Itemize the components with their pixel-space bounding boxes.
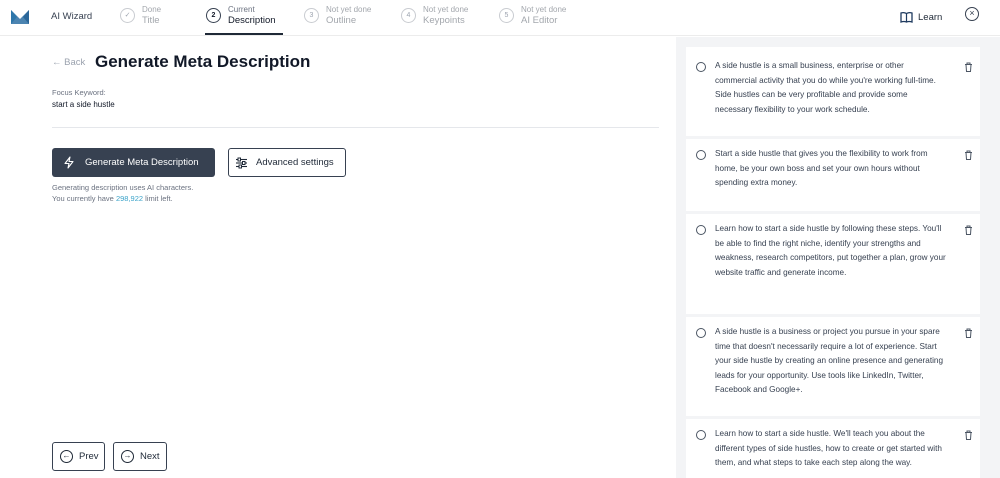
description-option[interactable]: Start a side hustle that gives you the f… [686, 139, 980, 211]
current-step-indicator [205, 33, 283, 35]
focus-keyword-label: Focus Keyword: [52, 88, 106, 97]
limit-note-prefix: You currently have [52, 194, 116, 203]
step-number: 2 [206, 8, 221, 23]
description-text: A side hustle is a small business, enter… [715, 61, 936, 114]
step-status: Not yet done [423, 5, 469, 14]
logo-icon [11, 10, 29, 24]
learn-button[interactable]: Learn [900, 9, 942, 25]
close-icon[interactable]: × [965, 7, 979, 21]
trash-icon[interactable] [964, 328, 973, 338]
learn-label: Learn [918, 11, 943, 23]
scrollbar[interactable] [992, 37, 1000, 478]
step-status: Current [228, 5, 255, 14]
advanced-settings-button[interactable]: Advanced settings [228, 148, 346, 177]
step-name: Outline [326, 15, 357, 26]
radio-icon[interactable] [696, 328, 706, 338]
description-text: Learn how to start a side hustle. We'll … [715, 429, 942, 467]
arrow-left-icon: ← [60, 450, 73, 463]
page-title: Generate Meta Description [95, 52, 311, 71]
description-text: Start a side hustle that gives you the f… [715, 149, 928, 187]
description-text: Learn how to start a side hustle by foll… [715, 224, 946, 277]
ai-characters-note: Generating description uses AI character… [52, 183, 194, 192]
check-icon: ✓ [120, 8, 135, 23]
description-option[interactable]: A side hustle is a small business, enter… [686, 47, 980, 136]
trash-icon[interactable] [964, 225, 973, 235]
step-name: AI Editor [521, 15, 558, 26]
bolt-icon [64, 156, 74, 169]
step-number: 4 [401, 8, 416, 23]
step-number: 3 [304, 8, 319, 23]
step-number: 5 [499, 8, 514, 23]
back-link[interactable]: ← Back [52, 57, 85, 68]
top-bar: AI Wizard ✓ Done Title 2 Current Descrip… [0, 0, 1000, 36]
app-title: AI Wizard [51, 11, 93, 22]
radio-icon[interactable] [696, 430, 706, 440]
radio-icon[interactable] [696, 225, 706, 235]
step-status: Done [142, 5, 162, 14]
prev-label: Prev [79, 451, 99, 462]
radio-icon[interactable] [696, 150, 706, 160]
trash-icon[interactable] [964, 62, 973, 72]
description-text: A side hustle is a business or project y… [715, 327, 944, 394]
description-option[interactable]: A side hustle is a business or project y… [686, 317, 980, 416]
radio-icon[interactable] [696, 62, 706, 72]
prev-button[interactable]: ← Prev [52, 442, 105, 471]
step-name: Keypoints [423, 15, 465, 26]
step-name: Description [228, 15, 276, 26]
limit-note: You currently have 298,922 limit left. [52, 194, 173, 203]
description-option[interactable]: Learn how to start a side hustle. We'll … [686, 419, 980, 478]
generate-button-label: Generate Meta Description [85, 157, 199, 168]
step-name: Title [142, 15, 160, 26]
limit-count: 298,922 [115, 194, 144, 203]
advanced-settings-label: Advanced settings [256, 157, 334, 168]
book-icon [900, 11, 913, 23]
trash-icon[interactable] [964, 150, 973, 160]
description-option[interactable]: Learn how to start a side hustle by foll… [686, 214, 980, 314]
next-button[interactable]: → Next [113, 442, 167, 471]
arrow-right-icon: → [121, 450, 134, 463]
divider [52, 127, 659, 128]
generate-meta-description-button[interactable]: Generate Meta Description [52, 148, 215, 177]
limit-note-suffix: limit left. [143, 194, 173, 203]
step-status: Not yet done [521, 5, 567, 14]
next-label: Next [140, 451, 160, 462]
sliders-icon [236, 157, 247, 168]
trash-icon[interactable] [964, 430, 973, 440]
focus-keyword-value: start a side hustle [52, 100, 115, 109]
step-status: Not yet done [326, 5, 372, 14]
